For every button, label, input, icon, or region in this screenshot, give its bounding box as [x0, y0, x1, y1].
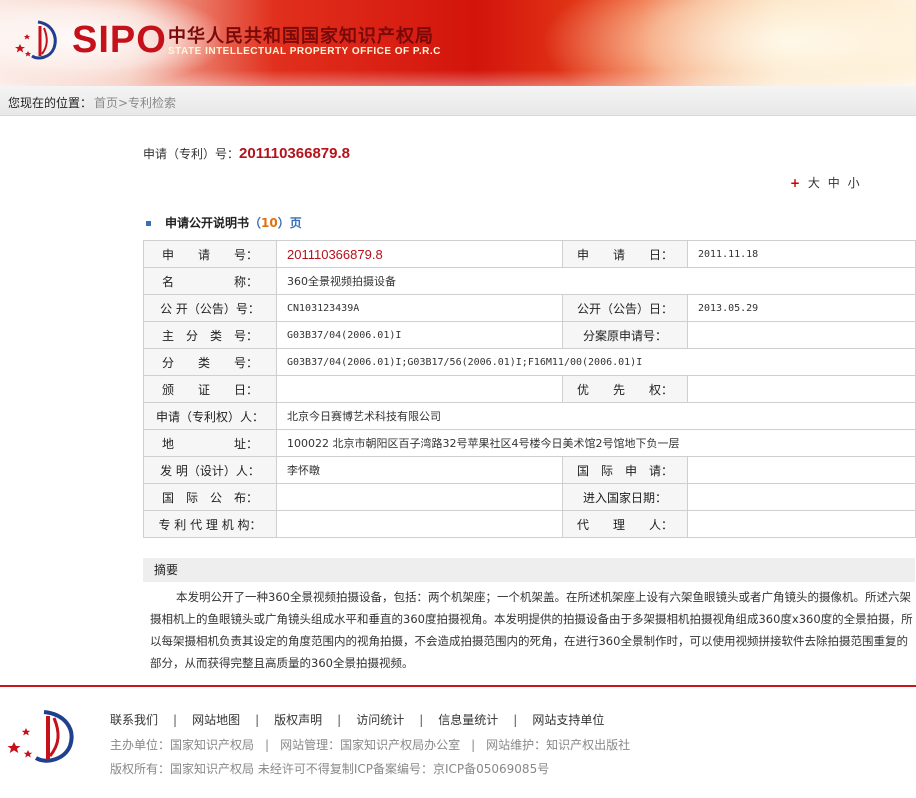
agent-value [687, 510, 916, 538]
table-row: 地 址： 100022 北京市朝阳区百子湾路32号苹果社区4号楼今日美术馆2号馆… [143, 429, 916, 457]
inventor-label: 发 明（设计）人： [143, 456, 277, 484]
footer-link-copyright[interactable]: 版权声明 [274, 713, 322, 727]
table-row: 国 际 公 布： 进入国家日期： [143, 483, 916, 511]
app-date-label: 申 请 日： [562, 240, 688, 268]
priority-value [687, 375, 916, 403]
footer-divider [0, 685, 916, 687]
abstract-text: 本发明公开了一种360全景视频拍摄设备，包括：两个机架座；一个机架盖。在所述机架… [150, 590, 913, 670]
title-label: 名 称： [143, 267, 277, 295]
inventor-value: 李怀暾 [276, 456, 563, 484]
footer-separator: | [173, 713, 178, 727]
applicant-value: 北京今日赛博艺术科技有限公司 [276, 402, 916, 430]
pub-no-label: 公 开（公告）号： [143, 294, 277, 322]
agent-label: 代 理 人： [562, 510, 688, 538]
footer-separator: | [265, 738, 270, 752]
main-class-label: 主 分 类 号： [143, 321, 277, 349]
footer-sponsor: 主办单位：国家知识产权局 [110, 738, 255, 752]
footer-link-info-stats[interactable]: 信息量统计 [438, 713, 498, 727]
table-row: 公 开（公告）号： CN103123439A 公开（公告）日： 2013.05.… [143, 294, 916, 322]
class-label: 分 类 号： [143, 348, 277, 376]
footer-logo-icon [7, 710, 74, 763]
page-count: 10 [261, 216, 278, 230]
footer-separator: | [337, 713, 342, 727]
font-size-medium-button[interactable]: 中 [828, 176, 842, 190]
table-row: 发 明（设计）人： 李怀暾 国 际 申 请： [143, 456, 916, 484]
app-no-value: 201110366879.8 [276, 240, 563, 268]
intl-pub-value [276, 483, 563, 511]
breadcrumb-label: 您现在的位置： [8, 96, 93, 110]
plus-icon: + [790, 176, 803, 190]
pub-date-label: 公开（公告）日： [562, 294, 688, 322]
intl-app-value [687, 456, 916, 484]
table-row: 主 分 类 号： G03B37/04(2006.01)I 分案原申请号： [143, 321, 916, 349]
footer-manager: 网站管理：国家知识产权局办公室 [280, 738, 461, 752]
logo-text: SIPO [72, 19, 167, 61]
entry-date-value [687, 483, 916, 511]
table-row: 申请（专利权）人： 北京今日赛博艺术科技有限公司 [143, 402, 916, 430]
square-bullet-icon [146, 221, 151, 226]
section-pages-link[interactable]: （10）页 [249, 216, 302, 230]
footer-separator: | [471, 738, 476, 752]
footer-info-row: 主办单位：国家知识产权局 | 网站管理：国家知识产权局办公室 | 网站维护：知识产权出版… [110, 736, 630, 753]
section-title: 申请公开说明书（10）页 [146, 214, 302, 231]
header-banner: SIPO 中华人民共和国国家知识产权局 STATE INTELLECTUAL P… [0, 0, 916, 86]
app-no-label: 申 请 号： [143, 240, 277, 268]
division-app-label: 分案原申请号： [562, 321, 688, 349]
footer-links: 联系我们 | 网站地图 | 版权声明 | 访问统计 | 信息量统计 | 网站支持单位 [110, 711, 604, 728]
footer-copyright: 版权所有：国家知识产权局 未经许可不得复制ICP备案编号：京ICP备050690… [110, 762, 550, 776]
site-name-en: STATE INTELLECTUAL PROPERTY OFFICE OF P.… [168, 46, 441, 57]
intl-app-label: 国 际 申 请： [562, 456, 688, 484]
table-row: 申 请 号： 201110366879.8 申 请 日： 2011.11.18 [143, 240, 916, 268]
cert-date-value [276, 375, 563, 403]
title-value: 360全景视频拍摄设备 [276, 267, 916, 295]
pub-no-value: CN103123439A [276, 294, 563, 322]
footer-separator: | [419, 713, 424, 727]
breadcrumb: 您现在的位置： 首页>专利检索 [0, 86, 916, 116]
application-number-value: 201110366879.8 [239, 145, 350, 162]
application-number-heading: 申请（专利）号：201110366879.8 [143, 145, 350, 162]
agency-value [276, 510, 563, 538]
table-row: 分 类 号： G03B37/04(2006.01)I;G03B17/56(200… [143, 348, 916, 376]
division-app-value [687, 321, 916, 349]
footer-link-supporters[interactable]: 网站支持单位 [532, 713, 604, 727]
table-row: 专 利 代 理 机 构： 代 理 人： [143, 510, 916, 538]
font-size-controls: + 大 中 小 [790, 174, 862, 191]
application-number-label: 申请（专利）号： [143, 147, 240, 161]
footer-separator: | [255, 713, 260, 727]
class-value: G03B37/04(2006.01)I;G03B17/56(2006.01)I;… [276, 348, 916, 376]
main-class-value: G03B37/04(2006.01)I [276, 321, 563, 349]
footer-separator: | [513, 713, 518, 727]
banner-strip [0, 70, 916, 86]
agency-label: 专 利 代 理 机 构： [143, 510, 277, 538]
table-row: 颁 证 日： 优 先 权： [143, 375, 916, 403]
address-value: 100022 北京市朝阳区百子湾路32号苹果社区4号楼今日美术馆2号馆地下负一层 [276, 429, 916, 457]
table-row: 名 称： 360全景视频拍摄设备 [143, 267, 916, 295]
priority-label: 优 先 权： [562, 375, 688, 403]
app-date-value: 2011.11.18 [687, 240, 916, 268]
footer-link-visit-stats[interactable]: 访问统计 [356, 713, 404, 727]
address-label: 地 址： [143, 429, 277, 457]
applicant-label: 申请（专利权）人： [143, 402, 277, 430]
font-size-large-button[interactable]: 大 [808, 176, 822, 190]
footer-link-contact[interactable]: 联系我们 [110, 713, 158, 727]
site-name-cn: 中华人民共和国国家知识产权局 [168, 26, 434, 47]
footer-link-sitemap[interactable]: 网站地图 [192, 713, 240, 727]
entry-date-label: 进入国家日期： [562, 483, 688, 511]
footer-maintainer: 网站维护：知识产权出版社 [486, 738, 631, 752]
abstract-title: 摘要 [143, 558, 915, 582]
sipo-logo-icon [15, 20, 57, 60]
section-title-text: 申请公开说明书 [165, 216, 250, 230]
intl-pub-label: 国 际 公 布： [143, 483, 277, 511]
pub-date-value: 2013.05.29 [687, 294, 916, 322]
cert-date-label: 颁 证 日： [143, 375, 277, 403]
breadcrumb-path-link[interactable]: 首页>专利检索 [94, 94, 176, 111]
font-size-small-button[interactable]: 小 [848, 176, 862, 190]
biblio-table: 申 请 号： 201110366879.8 申 请 日： 2011.11.18 … [143, 240, 916, 538]
